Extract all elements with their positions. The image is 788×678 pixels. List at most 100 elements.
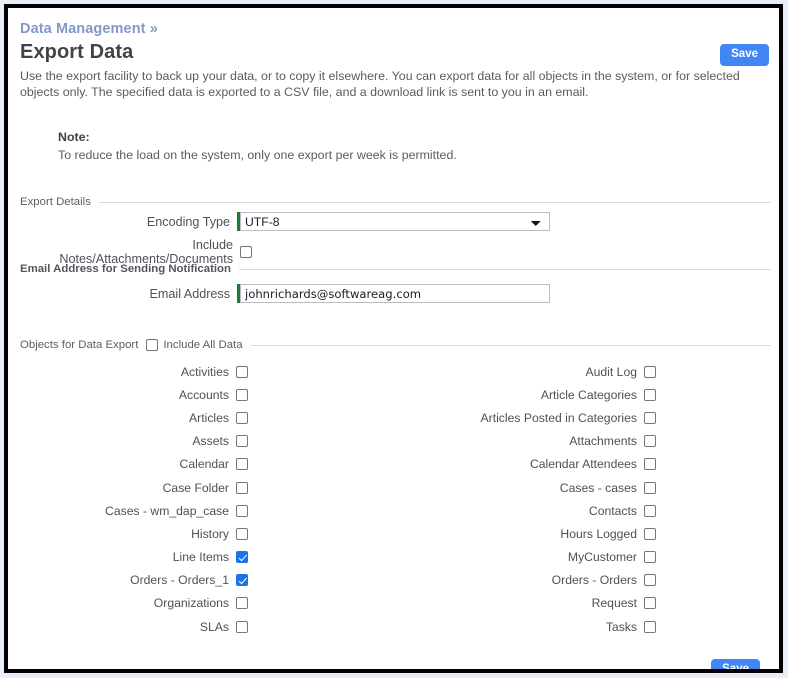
object-label: Line Items (172, 550, 229, 565)
object-label: Activities (180, 364, 229, 379)
object-checkbox[interactable] (644, 411, 656, 424)
object-row: Contacts (400, 499, 656, 522)
intro-text: Use the export facility to back up your … (20, 69, 740, 99)
include-all-data-label: Include All Data (163, 339, 243, 351)
object-checkbox[interactable] (236, 504, 248, 517)
include-all-data-group: Include All Data (146, 339, 243, 351)
object-row: Hours Logged (400, 522, 656, 545)
form-row-email-address: Email Address (20, 284, 562, 303)
object-row: Accounts (20, 383, 248, 406)
object-label: Audit Log (585, 364, 638, 379)
object-checkbox[interactable] (644, 574, 656, 587)
section-header-objects: Objects for Data Export Include All Data (20, 337, 771, 353)
object-row: Request (400, 592, 656, 615)
object-row: Line Items (20, 546, 248, 569)
object-row: Case Folder (20, 476, 248, 499)
object-row: Cases - wm_dap_case (20, 499, 248, 522)
save-button-bottom[interactable]: Save (711, 659, 760, 669)
object-label: SLAs (199, 619, 229, 634)
object-checkbox[interactable] (644, 597, 656, 610)
object-label: Orders - Orders_1 (130, 573, 229, 588)
save-button-top[interactable]: Save (720, 44, 769, 67)
section-rule (250, 344, 771, 346)
object-row: SLAs (20, 615, 248, 638)
object-label: Contacts (588, 503, 637, 518)
object-row: Orders - Orders_1 (20, 569, 248, 592)
object-checkbox[interactable] (644, 527, 656, 540)
content-frame: Data Management » Export Data Save Use t… (4, 4, 783, 673)
object-row: Attachments (400, 430, 656, 453)
object-row: Activities (20, 360, 248, 383)
section-title-objects: Objects for Data Export (20, 339, 139, 351)
object-checkbox[interactable] (644, 458, 656, 471)
encoding-type-select[interactable]: UTF-8 (240, 212, 550, 231)
object-row: Articles (20, 406, 248, 429)
include-notes-checkbox[interactable] (240, 246, 252, 258)
object-row: Articles Posted in Categories (400, 406, 656, 429)
note-text: To reduce the load on the system, only o… (58, 147, 457, 162)
object-label: Attachments (569, 434, 637, 449)
object-checkbox[interactable] (236, 597, 248, 610)
object-row: Organizations (20, 592, 248, 615)
object-checkbox[interactable] (236, 458, 248, 471)
section-title-email: Email Address for Sending Notification (20, 263, 231, 275)
object-checkbox[interactable] (236, 620, 248, 633)
encoding-type-label: Encoding Type (146, 214, 230, 229)
object-row: MyCustomer (400, 546, 656, 569)
object-checkbox[interactable] (236, 527, 248, 540)
object-checkbox[interactable] (644, 504, 656, 517)
object-row: History (20, 522, 248, 545)
object-checkbox[interactable] (236, 574, 248, 587)
object-label: Articles (189, 410, 229, 425)
object-label: MyCustomer (567, 550, 637, 565)
object-label: Calendar (179, 457, 229, 472)
object-row: Cases - cases (400, 476, 656, 499)
object-checkbox[interactable] (644, 435, 656, 448)
section-header-export-details: Export Details (20, 194, 771, 210)
object-checkbox[interactable] (236, 551, 248, 564)
object-label: Accounts (178, 387, 229, 402)
email-address-label: Email Address (149, 286, 231, 301)
object-checkbox[interactable] (236, 435, 248, 448)
object-checkbox[interactable] (644, 620, 656, 633)
object-checkbox[interactable] (236, 411, 248, 424)
object-label: Organizations (153, 596, 229, 611)
object-label: Case Folder (162, 480, 229, 495)
object-checkbox[interactable] (236, 388, 248, 401)
object-label: Article Categories (540, 387, 637, 402)
page-title: Export Data (20, 41, 134, 63)
object-label: Cases - wm_dap_case (105, 503, 229, 518)
object-label: Calendar Attendees (529, 457, 637, 472)
object-row: Calendar Attendees (400, 453, 656, 476)
object-checkbox[interactable] (644, 551, 656, 564)
object-label: History (191, 526, 229, 541)
object-checkbox[interactable] (644, 481, 656, 494)
object-label: Cases - cases (559, 480, 637, 495)
object-label: Hours Logged (560, 526, 637, 541)
breadcrumb[interactable]: Data Management » (20, 21, 158, 37)
object-checkbox[interactable] (236, 481, 248, 494)
object-checkbox[interactable] (236, 365, 248, 378)
screenshot-root: Data Management » Export Data Save Use t… (0, 0, 788, 678)
object-checkbox[interactable] (644, 365, 656, 378)
object-label: Request (591, 596, 637, 611)
object-checkbox[interactable] (644, 388, 656, 401)
object-label: Assets (192, 434, 229, 449)
objects-column-left: Activities Accounts Articles Assets Calendar… (20, 360, 248, 638)
object-row: Calendar (20, 453, 248, 476)
section-header-email: Email Address for Sending Notification (20, 261, 771, 277)
note-title: Note: (58, 130, 90, 144)
section-title-export-details: Export Details (20, 196, 91, 208)
object-row: Tasks (400, 615, 656, 638)
note-block: Note: To reduce the load on the system, … (58, 129, 457, 164)
email-address-input[interactable] (240, 284, 550, 303)
object-row: Audit Log (400, 360, 656, 383)
form-row-encoding-type: Encoding Type UTF-8 (20, 212, 562, 231)
objects-column-right: Audit Log Article Categories Articles Post… (400, 360, 656, 638)
section-rule (98, 201, 771, 203)
include-all-data-checkbox[interactable] (146, 339, 159, 351)
object-label: Articles Posted in Categories (480, 410, 637, 425)
object-label: Tasks (605, 619, 637, 634)
object-row: Assets (20, 430, 248, 453)
object-label: Orders - Orders (551, 573, 637, 588)
